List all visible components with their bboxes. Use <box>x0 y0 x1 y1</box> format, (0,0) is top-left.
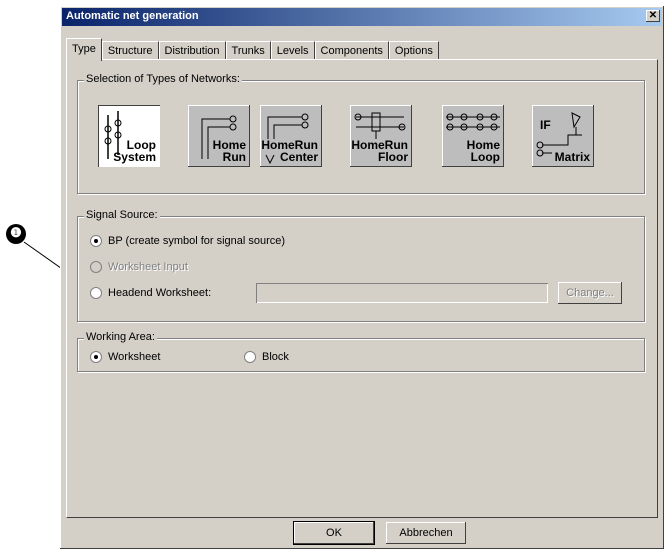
dialog-title: Automatic net generation <box>66 10 199 22</box>
homerun-floor-button[interactable]: HomeRun Floor <box>350 105 412 167</box>
headend-worksheet-option[interactable]: Headend Worksheet: <box>90 285 211 301</box>
signal-source-group-title: Signal Source: <box>84 209 160 221</box>
working-area-group: Working Area: Worksheet Block <box>77 331 645 372</box>
bp-option[interactable]: BP (create symbol for signal source) <box>90 233 285 249</box>
homerun-floor-label-2: Floor <box>378 150 408 164</box>
headend-worksheet-label: Headend Worksheet: <box>108 287 212 299</box>
homerun-center-label-2: Center <box>279 150 318 164</box>
home-loop-button[interactable]: Home Loop <box>442 105 504 167</box>
network-types-group: Selection of Types of Networks: Loop Sys… <box>77 73 645 194</box>
block-radio-label: Block <box>262 351 289 363</box>
headend-worksheet-radio[interactable] <box>90 287 102 299</box>
block-radio[interactable] <box>244 351 256 363</box>
bp-radio-label: BP (create symbol for signal source) <box>108 235 286 247</box>
close-button[interactable]: ✕ <box>646 10 660 22</box>
worksheet-radio[interactable] <box>90 351 102 363</box>
signal-source-group: Signal Source: BP (create symbol for sig… <box>77 209 645 322</box>
worksheet-input-option: Worksheet Input <box>90 259 188 275</box>
tab-type[interactable]: Type <box>66 38 102 61</box>
home-run-label-2: Run <box>222 150 246 164</box>
home-run-button[interactable]: Home Run <box>188 105 250 167</box>
tab-components[interactable]: Components <box>314 41 389 61</box>
tab-structure[interactable]: Structure <box>101 41 159 61</box>
change-button[interactable]: Change... <box>558 282 622 304</box>
worksheet-radio-label: Worksheet <box>108 351 161 363</box>
automatic-net-generation-dialog: Automatic net generation ✕ Type Structur… <box>60 6 664 549</box>
cancel-button[interactable]: Abbrechen <box>386 522 466 544</box>
if-matrix-button[interactable]: IF Matrix <box>532 105 594 167</box>
loop-system-label-2: System <box>113 150 156 164</box>
tab-trunks[interactable]: Trunks <box>225 41 271 61</box>
tab-options[interactable]: Options <box>388 41 439 61</box>
if-matrix-label-2: Matrix <box>554 150 590 164</box>
network-types-group-title: Selection of Types of Networks: <box>84 73 242 85</box>
worksheet-input-label: Worksheet Input <box>108 261 188 273</box>
if-matrix-label-1: IF <box>540 118 551 132</box>
ok-button[interactable]: OK <box>293 521 375 545</box>
type-tab-panel: Selection of Types of Networks: Loop Sys… <box>66 59 658 518</box>
working-area-group-title: Working Area: <box>84 331 157 343</box>
bp-radio[interactable] <box>90 235 102 247</box>
tab-levels[interactable]: Levels <box>270 41 315 61</box>
home-loop-label-2: Loop <box>470 150 500 164</box>
homerun-center-button[interactable]: HomeRun Center <box>260 105 322 167</box>
loop-system-button[interactable]: Loop System <box>98 105 160 167</box>
block-option[interactable]: Block <box>244 349 289 365</box>
title-bar: Automatic net generation ✕ <box>62 8 662 26</box>
tab-strip: Type Structure Distribution Trunks Level… <box>66 38 439 61</box>
tab-distribution[interactable]: Distribution <box>158 41 226 61</box>
worksheet-option[interactable]: Worksheet <box>90 349 160 365</box>
headend-worksheet-field[interactable] <box>256 283 548 303</box>
callout-marker: ❶ <box>6 224 26 244</box>
worksheet-input-radio <box>90 261 102 273</box>
